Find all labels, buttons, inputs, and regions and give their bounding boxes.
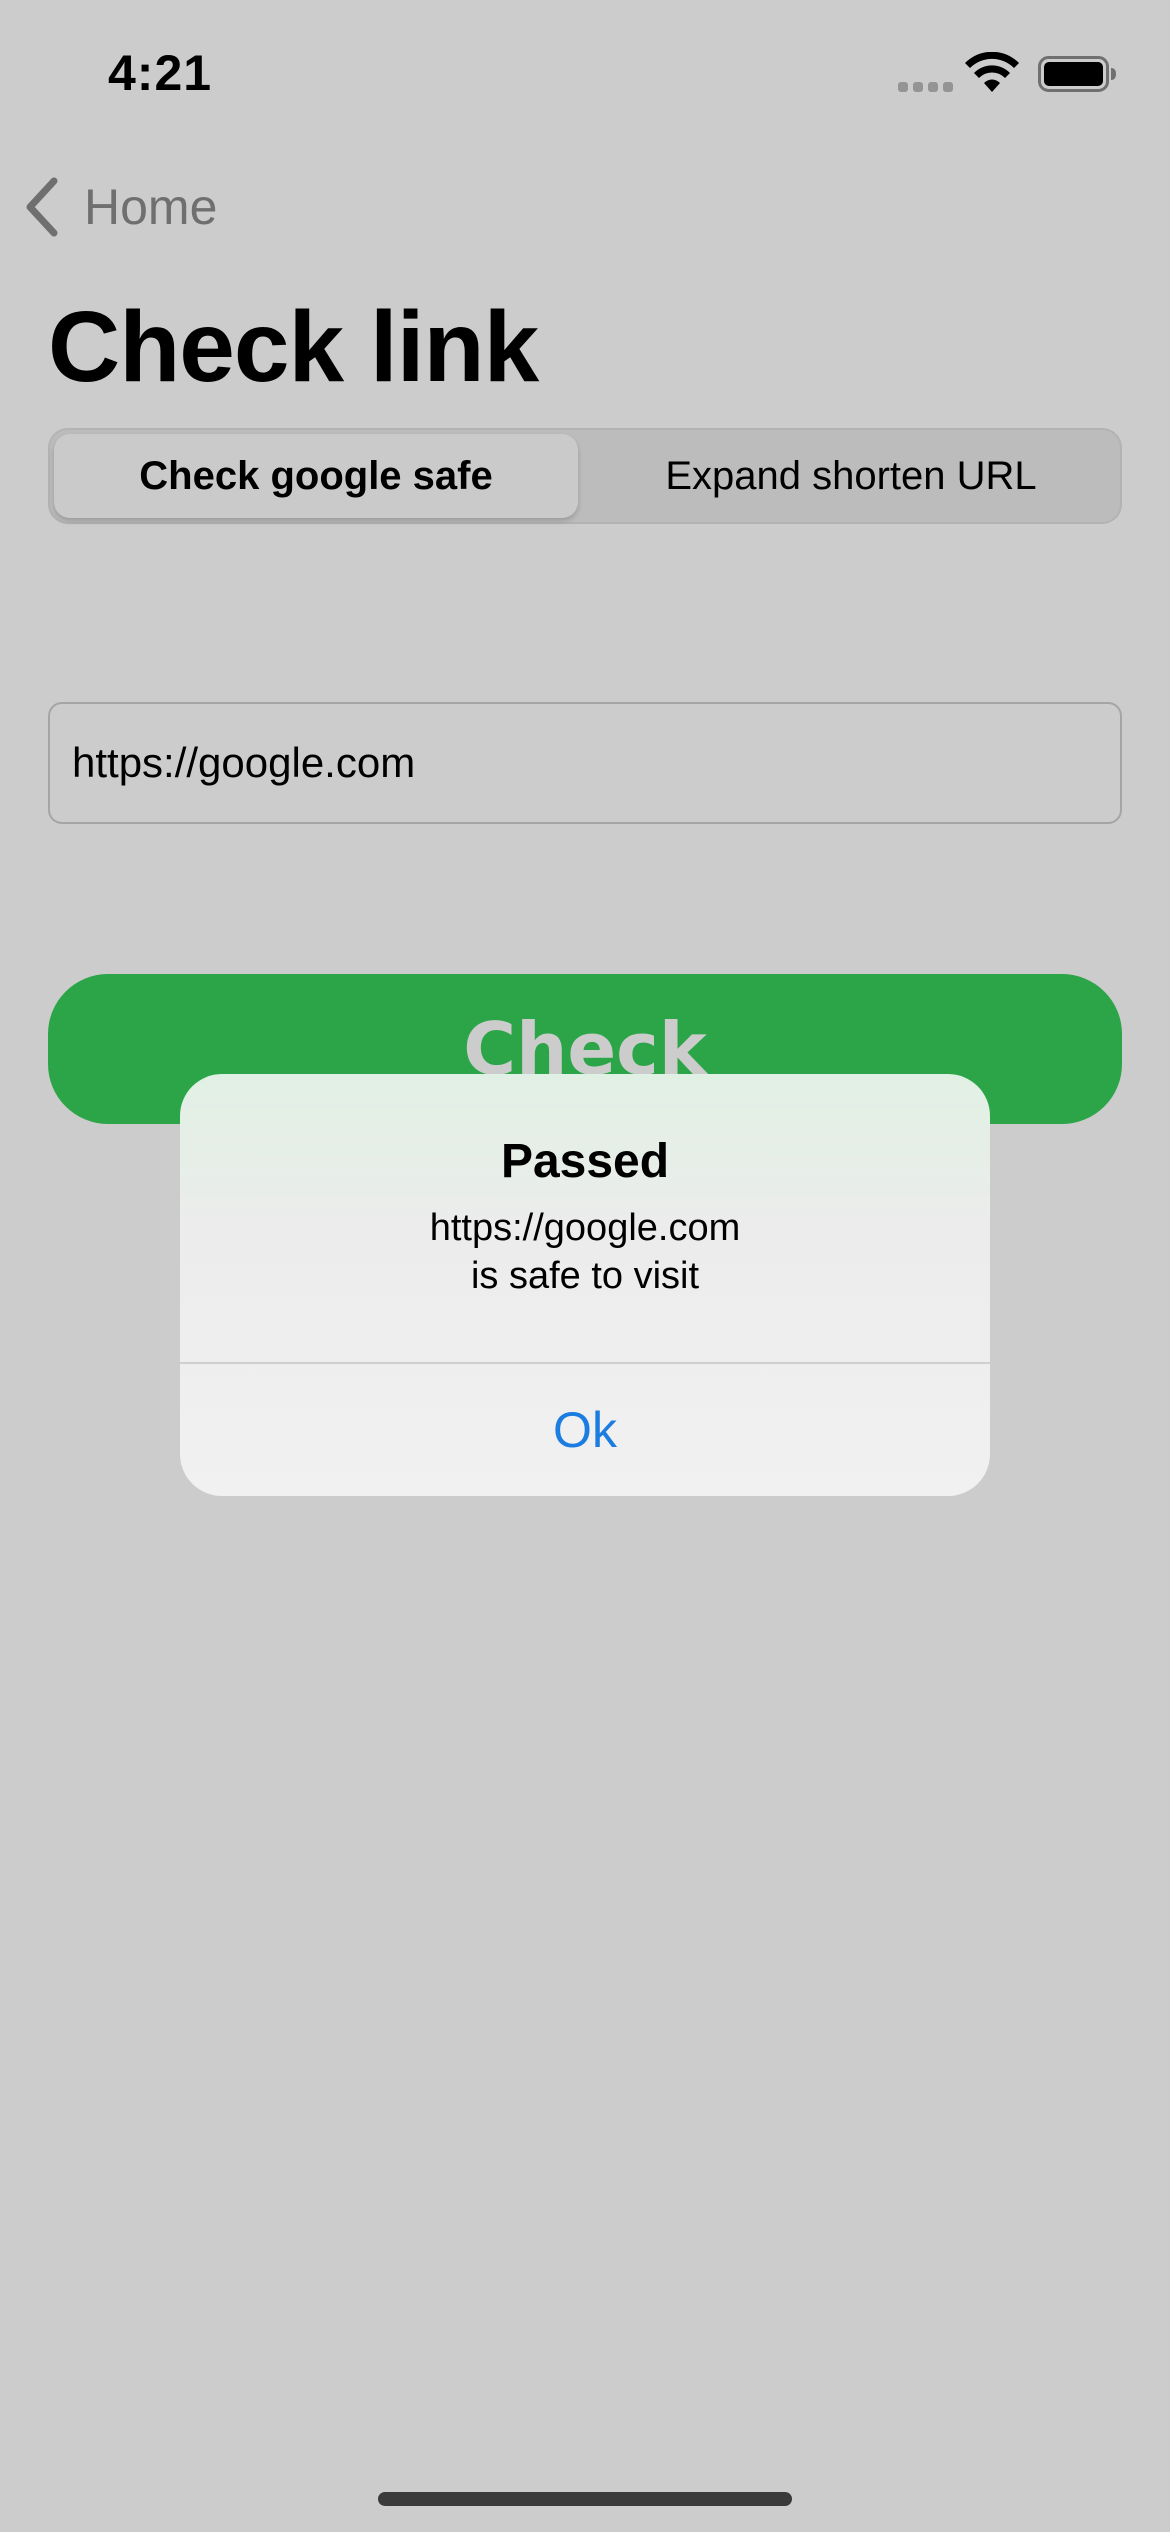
alert-message-text: is safe to visit [470,1255,700,1297]
alert-dialog: Passed https://google.com is safe to vis… [180,1074,990,1496]
alert-message: https://google.com is safe to visit [180,1204,990,1300]
alert-ok-button[interactable]: Ok [180,1364,990,1496]
home-indicator[interactable] [378,2492,792,2506]
alert-title: Passed [500,1135,670,1188]
alert-message-url: https://google.com [429,1207,741,1249]
screen: 4:21 Home Check link Check google safe E… [0,0,1170,2532]
